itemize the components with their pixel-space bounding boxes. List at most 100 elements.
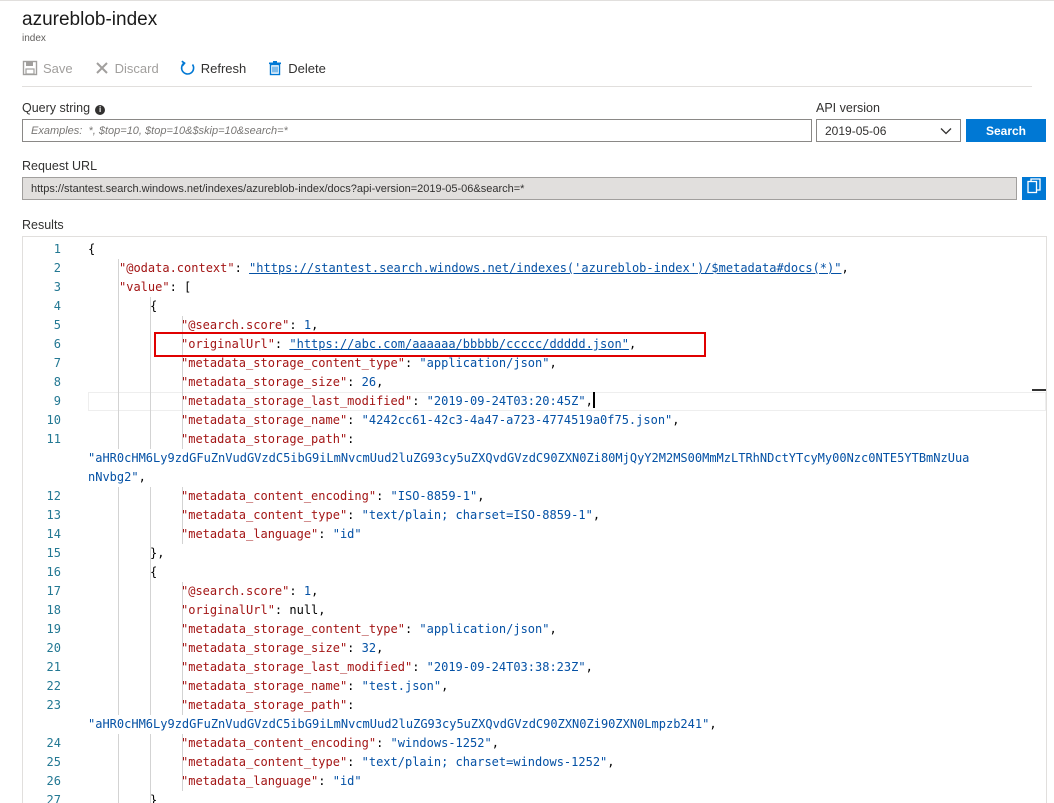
- json-value: "application/json": [419, 356, 550, 370]
- results-editor[interactable]: 1 {2 "@odata.context": "https://stantest.s…: [22, 236, 1047, 803]
- json-punctuation: ,: [672, 413, 680, 427]
- indent-guide: [118, 753, 119, 772]
- json-key: "metadata_content_encoding": [181, 489, 377, 503]
- json-punctuation: :: [318, 527, 333, 541]
- json-value: "2019-09-24T03:20:45Z": [426, 394, 586, 408]
- code-content: "@odata.context": "https://stantest.sear…: [119, 259, 849, 278]
- json-value: "4242cc61-42c3-4a47-a723-4774519a0f75.js…: [361, 413, 673, 427]
- code-content: "metadata_content_type": "text/plain; ch…: [181, 753, 615, 772]
- code-content: {: [88, 240, 95, 259]
- json-punctuation: },: [150, 546, 165, 560]
- indent-guide: [118, 791, 119, 803]
- line-number: 13: [46, 508, 61, 522]
- line-number: 2: [53, 261, 61, 275]
- scrollbar-marker[interactable]: [1032, 389, 1046, 391]
- line-number: 19: [46, 622, 61, 636]
- highlight-box: [154, 332, 706, 357]
- line-number: 8: [53, 375, 61, 389]
- delete-button[interactable]: Delete: [267, 60, 326, 76]
- indent-guide: [118, 696, 119, 715]
- json-value: "aHR0cHM6Ly9zdGFuZnVudGVzdC5ibG9iLmNvcmU…: [88, 717, 710, 731]
- api-version-select[interactable]: 2019-05-06: [816, 119, 961, 142]
- json-punctuation: }: [150, 793, 158, 803]
- line-number: 27: [46, 793, 61, 803]
- query-string-input[interactable]: [22, 119, 812, 142]
- indent-guide: [118, 354, 119, 373]
- json-key: "value": [119, 280, 170, 294]
- toolbar-divider: [22, 86, 1032, 87]
- json-key: "metadata_content_encoding": [181, 736, 377, 750]
- code-content: "metadata_storage_last_modified": "2019-…: [181, 658, 593, 677]
- page-subtitle: index: [22, 33, 46, 44]
- line-number: 5: [53, 318, 61, 332]
- code-content: {: [150, 563, 157, 582]
- line-number: 14: [46, 527, 61, 541]
- line-number: 6: [53, 337, 61, 351]
- code-content: "metadata_storage_size": 32,: [181, 639, 383, 658]
- code-content: {: [150, 297, 157, 316]
- indent-guide: [118, 506, 119, 525]
- code-content: "metadata_storage_last_modified": "2019-…: [181, 392, 595, 411]
- json-punctuation: ,: [841, 261, 849, 275]
- json-punctuation: ,: [491, 736, 499, 750]
- json-key: "metadata_storage_content_type": [181, 356, 405, 370]
- indent-guide: [118, 373, 119, 392]
- json-punctuation: :: [412, 394, 427, 408]
- save-button[interactable]: Save: [22, 60, 73, 76]
- line-number: 16: [46, 565, 61, 579]
- results-label: Results: [22, 218, 64, 232]
- json-punctuation: :: [376, 489, 391, 503]
- json-url-value[interactable]: "https://stantest.search.windows.net/ind…: [249, 261, 841, 275]
- code-content: "aHR0cHM6Ly9zdGFuZnVudGVzdC5ibG9iLmNvcmU…: [88, 449, 969, 468]
- json-punctuation: :: [376, 736, 391, 750]
- line-number: 25: [46, 755, 61, 769]
- json-key: "metadata_storage_name": [181, 413, 348, 427]
- indent-guide: [118, 677, 119, 696]
- indent-guide: [150, 392, 151, 411]
- search-button[interactable]: Search: [966, 119, 1046, 142]
- json-key: "metadata_content_type": [181, 755, 348, 769]
- json-punctuation: ,: [311, 584, 319, 598]
- code-content: "metadata_content_encoding": "ISO-8859-1…: [181, 487, 484, 506]
- code-content: "metadata_language": "id": [181, 772, 362, 791]
- close-icon: [94, 60, 110, 76]
- indent-guide: [150, 354, 151, 373]
- json-key: "metadata_language": [181, 774, 319, 788]
- code-content: "originalUrl": null,: [181, 601, 326, 620]
- indent-guide: [118, 525, 119, 544]
- json-key: "metadata_storage_last_modified": [181, 660, 413, 674]
- json-punctuation: :: [412, 660, 427, 674]
- code-content: "metadata_storage_name": "test.json",: [181, 677, 448, 696]
- json-punctuation: :: [289, 584, 304, 598]
- json-punctuation: :: [347, 432, 355, 446]
- json-key: "metadata_language": [181, 527, 319, 541]
- indent-guide: [118, 411, 119, 430]
- refresh-button[interactable]: Refresh: [180, 60, 246, 76]
- json-punctuation: :: [347, 641, 362, 655]
- discard-label: Discard: [114, 60, 159, 76]
- json-punctuation: :: [347, 679, 362, 693]
- indent-guide: [150, 620, 151, 639]
- code-content: "metadata_content_encoding": "windows-12…: [181, 734, 499, 753]
- json-value: "ISO-8859-1": [390, 489, 478, 503]
- info-icon[interactable]: i: [95, 105, 106, 115]
- json-punctuation: :: [404, 356, 420, 370]
- request-url-label: Request URL: [22, 159, 98, 173]
- code-content: },: [150, 544, 164, 563]
- json-key: "metadata_storage_size": [181, 375, 348, 389]
- json-punctuation: ,: [607, 755, 615, 769]
- json-punctuation: ,: [585, 394, 593, 408]
- line-number: 21: [46, 660, 61, 674]
- copy-button[interactable]: [1022, 177, 1046, 200]
- discard-button[interactable]: Discard: [94, 60, 159, 76]
- api-version-value: 2019-05-06: [825, 123, 887, 138]
- copy-icon: [1027, 178, 1041, 199]
- indent-guide: [150, 316, 151, 335]
- json-punctuation: ,: [477, 489, 485, 503]
- code-content: "metadata_storage_name": "4242cc61-42c3-…: [181, 411, 680, 430]
- request-url-field[interactable]: https://stantest.search.windows.net/inde…: [22, 177, 1017, 200]
- json-value: "2019-09-24T03:38:23Z": [426, 660, 586, 674]
- page-title: azureblob-index: [22, 9, 158, 30]
- json-punctuation: :: [347, 508, 362, 522]
- json-punctuation: {: [150, 565, 158, 579]
